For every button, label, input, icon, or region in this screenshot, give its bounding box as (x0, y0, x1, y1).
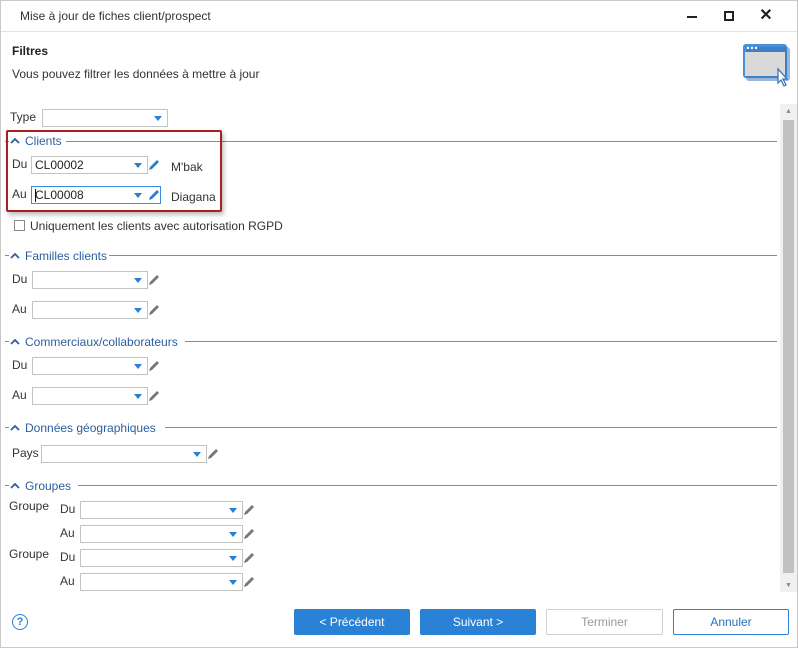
vertical-scrollbar[interactable]: ▲ ▼ (780, 104, 797, 592)
groupe-label: Groupe (9, 547, 50, 561)
familles-au-select[interactable] (32, 301, 148, 319)
chevron-down-icon[interactable] (193, 452, 201, 457)
commerciaux-au-label: Au (12, 388, 27, 402)
pencil-icon[interactable] (242, 575, 256, 589)
chevron-down-icon[interactable] (134, 364, 142, 369)
chevron-down-icon[interactable] (229, 580, 237, 585)
chevron-up-icon[interactable] (9, 337, 21, 347)
chevron-down-icon[interactable] (229, 532, 237, 537)
geo-group-title: Données géographiques (25, 421, 156, 435)
commerciaux-group-title: Commerciaux/collaborateurs (25, 335, 178, 349)
chevron-down-icon[interactable] (229, 508, 237, 513)
window-title: Mise à jour de fiches client/prospect (20, 9, 211, 23)
group-rule (109, 255, 777, 256)
familles-du-select[interactable] (32, 271, 148, 289)
pays-label: Pays (12, 446, 39, 460)
chevron-down-icon[interactable] (154, 116, 162, 121)
previous-button[interactable]: < Précédent (294, 609, 410, 635)
title-bar: Mise à jour de fiches client/prospect ✕ (1, 1, 797, 31)
pencil-icon[interactable] (206, 447, 220, 461)
groupe1-au-select[interactable] (80, 525, 243, 543)
commerciaux-group-header[interactable]: Commerciaux/collaborateurs (9, 335, 178, 349)
groupe2-du-select[interactable] (80, 549, 243, 567)
pays-select[interactable] (41, 445, 207, 463)
pencil-icon[interactable] (147, 389, 161, 403)
pencil-icon[interactable] (242, 527, 256, 541)
help-icon[interactable]: ? (12, 614, 28, 630)
chevron-down-icon[interactable] (134, 394, 142, 399)
groupes-group-header[interactable]: Groupes (9, 479, 71, 493)
cancel-button[interactable]: Annuler (673, 609, 789, 635)
maximize-icon (724, 11, 734, 21)
groupe2-du-label: Du (60, 550, 76, 564)
finish-button[interactable]: Terminer (546, 609, 663, 635)
rgpd-label[interactable]: Uniquement les clients avec autorisation… (30, 219, 283, 233)
geo-group-header[interactable]: Données géographiques (9, 421, 156, 435)
chevron-down-icon[interactable] (134, 278, 142, 283)
type-label: Type (10, 110, 37, 124)
group-rule (185, 341, 777, 342)
dialog-window: Mise à jour de fiches client/prospect ✕ … (0, 0, 798, 648)
familles-du-label: Du (12, 272, 28, 286)
chevron-up-icon[interactable] (9, 423, 21, 433)
groupe2-au-label: Au (60, 574, 75, 588)
pencil-icon[interactable] (147, 359, 161, 373)
window-cursor-icon (743, 44, 790, 87)
close-button[interactable]: ✕ (751, 5, 781, 27)
groupes-group-title: Groupes (25, 479, 72, 493)
pencil-icon[interactable] (147, 273, 161, 287)
familles-group-title: Familles clients (25, 249, 108, 263)
groupe1-au-label: Au (60, 526, 75, 540)
pencil-icon[interactable] (242, 503, 256, 517)
close-icon: ✕ (759, 7, 773, 24)
chevron-down-icon[interactable] (134, 308, 142, 313)
highlight-box (6, 130, 222, 212)
commerciaux-au-select[interactable] (32, 387, 148, 405)
next-button[interactable]: Suivant > (420, 609, 536, 635)
header-divider (1, 31, 797, 32)
maximize-button[interactable] (714, 5, 744, 27)
scroll-thumb[interactable] (783, 120, 794, 573)
minimize-button[interactable] (677, 5, 707, 27)
minimize-icon (687, 16, 697, 18)
groupe1-du-select[interactable] (80, 501, 243, 519)
chevron-down-icon[interactable] (229, 556, 237, 561)
type-select[interactable] (42, 109, 168, 127)
scroll-up-button[interactable]: ▲ (780, 104, 797, 118)
chevron-up-icon[interactable] (9, 481, 21, 491)
scroll-down-button[interactable]: ▼ (780, 578, 797, 592)
rgpd-checkbox[interactable] (14, 220, 25, 231)
groupe2-au-select[interactable] (80, 573, 243, 591)
page-heading: Filtres (12, 44, 49, 58)
group-rule (165, 427, 777, 428)
commerciaux-du-label: Du (12, 358, 28, 372)
groupe1-du-label: Du (60, 502, 76, 516)
familles-group-header[interactable]: Familles clients (9, 249, 107, 263)
pencil-icon[interactable] (147, 303, 161, 317)
familles-au-label: Au (12, 302, 27, 316)
group-rule (78, 485, 777, 486)
page-description: Vous pouvez filtrer les données à mettre… (12, 67, 260, 81)
groupe-label: Groupe (9, 499, 50, 513)
commerciaux-du-select[interactable] (32, 357, 148, 375)
chevron-up-icon[interactable] (9, 251, 21, 261)
pencil-icon[interactable] (242, 551, 256, 565)
